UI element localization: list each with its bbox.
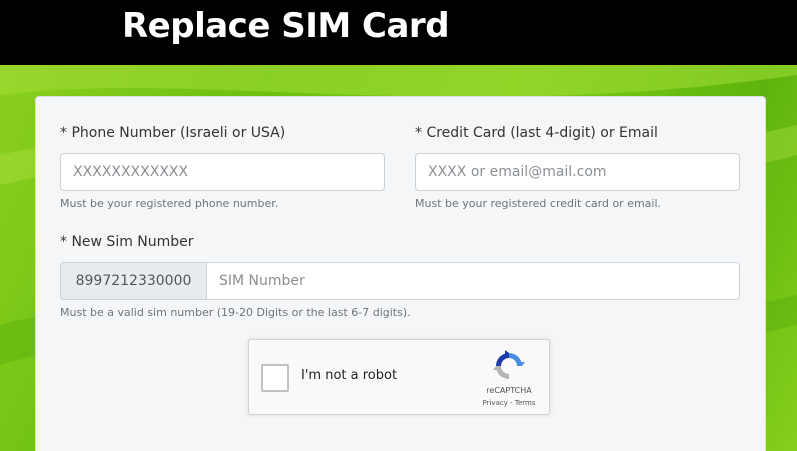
recaptcha-links: Privacy - Terms	[459, 399, 559, 407]
sim-number-prefix: 8997212330000	[60, 262, 207, 300]
sim-number-label: * New Sim Number	[60, 234, 194, 250]
terms-link[interactable]: Terms	[515, 399, 536, 407]
privacy-link[interactable]: Privacy	[483, 399, 508, 407]
links-separator: -	[507, 399, 515, 407]
sim-number-group: 8997212330000	[60, 262, 740, 300]
recaptcha-widget: I'm not a robot reCAPTCHA Privacy - Term…	[248, 339, 550, 415]
credit-card-help: Must be your registered credit card or e…	[415, 197, 662, 210]
sim-number-help: Must be a valid sim number (19-20 Digits…	[60, 306, 411, 319]
phone-number-label: * Phone Number (Israeli or USA)	[60, 125, 286, 141]
recaptcha-brand: reCAPTCHA	[486, 386, 532, 395]
page-title: Replace SIM Card	[122, 6, 450, 46]
sim-number-input[interactable]	[206, 262, 740, 300]
credit-card-input[interactable]	[415, 153, 740, 191]
recaptcha-logo-icon	[493, 350, 525, 379]
phone-number-input[interactable]	[60, 153, 385, 191]
header-bar: Replace SIM Card	[0, 0, 797, 65]
credit-card-label: * Credit Card (last 4-digit) or Email	[415, 125, 658, 141]
recaptcha-checkbox[interactable]	[261, 364, 289, 392]
phone-number-help: Must be your registered phone number.	[60, 197, 279, 210]
recaptcha-label: I'm not a robot	[301, 368, 398, 383]
